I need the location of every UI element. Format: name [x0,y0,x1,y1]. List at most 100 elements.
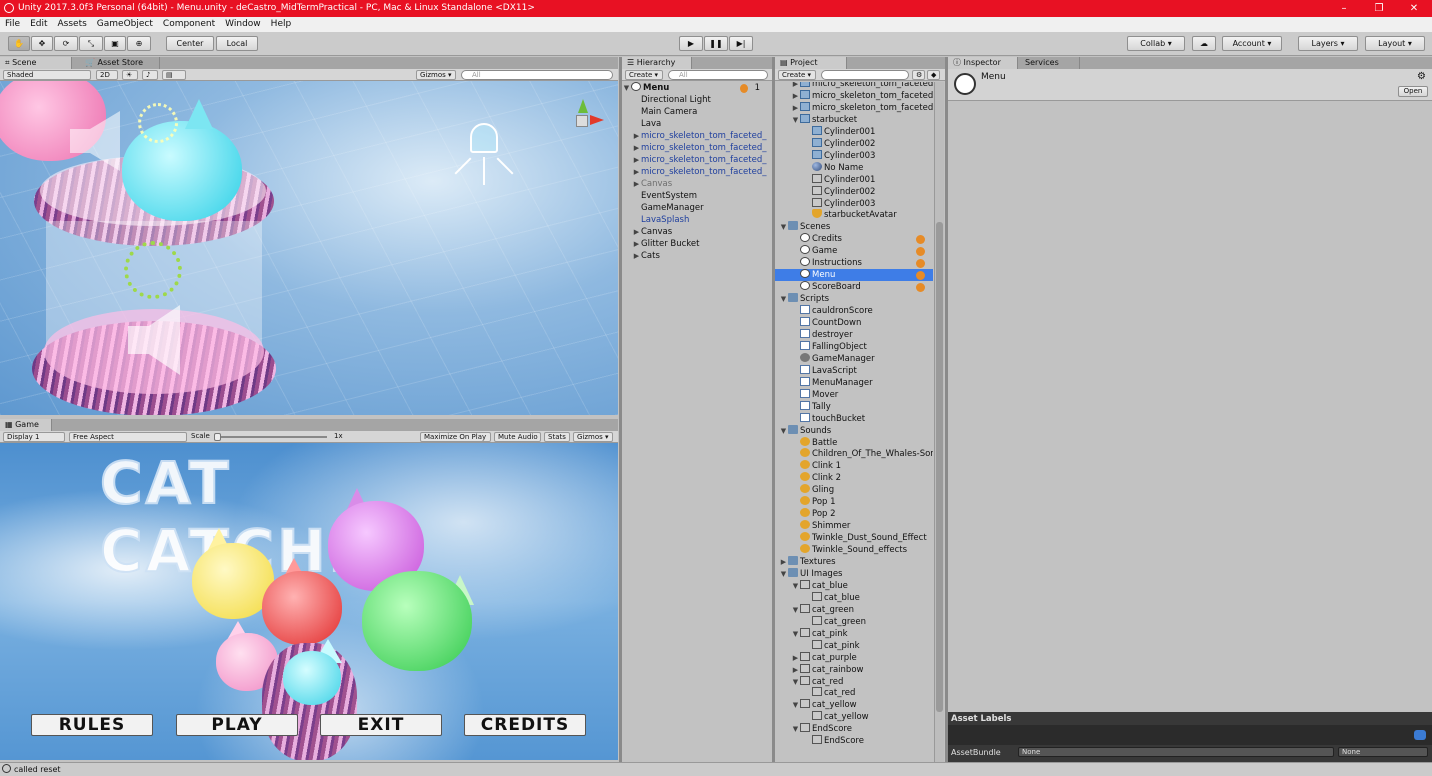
project-item[interactable]: ScoreBoard [775,281,933,293]
pivot-center-toggle[interactable]: Center [166,36,214,51]
project-item[interactable]: Cylinder002 [775,137,933,150]
project-item[interactable]: touchBucket [775,412,933,425]
gizmo-y-axis-icon[interactable] [578,99,588,113]
account-dropdown[interactable]: Account ▾ [1222,36,1282,51]
scale-tool-icon[interactable]: ⤡ [79,36,103,51]
project-item[interactable]: ▼ Sounds [775,424,933,437]
scale-slider-thumb[interactable] [214,433,221,441]
project-item[interactable]: Pop 1 [775,496,933,508]
project-item[interactable]: ▶ micro_skeleton_tom_faceted [775,89,933,102]
project-item[interactable]: Credits [775,233,933,245]
menu-gameobject[interactable]: GameObject [92,17,158,32]
open-button[interactable]: Open [1398,86,1428,97]
project-item[interactable]: cauldronScore [775,305,933,317]
project-item[interactable]: Children_Of_The_Whales-Sor [775,448,933,460]
expand-arrow-icon[interactable]: ▶ [632,166,641,178]
project-create-dropdown[interactable]: Create ▾ [778,70,816,80]
project-item[interactable]: FallingObject [775,340,933,353]
transform-tool-icon[interactable]: ⊕ [127,36,151,51]
hand-tool-icon[interactable]: ✋ [8,36,30,51]
hierarchy-item[interactable]: LavaSplash [622,214,772,226]
layers-dropdown[interactable]: Layers ▾ [1298,36,1358,51]
expand-arrow-icon[interactable]: ▶ [632,250,641,262]
pause-button[interactable]: ❚❚ [704,36,728,51]
project-scrollbar-thumb[interactable] [936,222,943,712]
expand-arrow-icon[interactable]: ▶ [632,238,641,250]
expand-arrow-icon[interactable]: ▶ [632,178,641,190]
rules-button[interactable]: RULES [31,714,153,736]
tab-inspector[interactable]: ⓘ Inspector [948,57,1018,69]
lighting-toggle-icon[interactable]: ☀ [122,70,138,80]
filter-label-icon[interactable]: ◆ [927,70,940,80]
gizmo-x-axis-icon[interactable] [590,115,604,125]
project-item[interactable]: CountDown [775,317,933,329]
hierarchy-item[interactable]: ▶ Canvas [622,226,772,238]
collab-dropdown[interactable]: Collab ▾ [1127,36,1185,51]
project-item[interactable]: Twinkle_Dust_Sound_Effect [775,532,933,544]
expand-arrow-icon[interactable]: ▶ [791,652,800,664]
expand-arrow-icon[interactable]: ▼ [791,114,800,126]
expand-arrow-icon[interactable]: ▼ [622,82,631,94]
hierarchy-item[interactable]: GameManager [622,202,772,214]
restore-button[interactable]: ❐ [1363,0,1395,17]
tab-scene[interactable]: ⌗ Scene [0,57,72,69]
hierarchy-item[interactable]: Lava [622,118,772,130]
hierarchy-item[interactable]: Directional Light [622,94,772,106]
game-viewport[interactable]: CAT CATCHER RULES PLAY EXIT CREDITS [0,443,618,760]
shading-mode-dropdown[interactable]: Shaded [3,70,91,80]
filter-type-icon[interactable]: ⚙ [912,70,925,80]
tab-game[interactable]: ▦ Game [0,419,52,431]
project-item[interactable]: LavaScript [775,364,933,377]
project-item[interactable]: ▼ starbucket [775,113,933,126]
mute-audio-toggle[interactable]: Mute Audio [494,432,541,442]
project-item[interactable]: No Name [775,161,933,174]
hierarchy-item[interactable]: ▶ micro_skeleton_tom_faceted_ [622,154,772,166]
hierarchy-item[interactable]: ▶ Canvas [622,178,772,190]
expand-arrow-icon[interactable]: ▼ [791,723,800,735]
expand-arrow-icon[interactable]: ▼ [779,221,788,233]
play-game-button[interactable]: PLAY [176,714,298,736]
maximize-on-play-toggle[interactable]: Maximize On Play [420,432,491,442]
project-item[interactable]: Tally [775,400,933,413]
hierarchy-search-input[interactable]: All [668,70,768,80]
expand-arrow-icon[interactable]: ▶ [791,664,800,676]
expand-arrow-icon[interactable]: ▼ [779,293,788,305]
expand-arrow-icon[interactable]: ▼ [791,604,800,616]
expand-arrow-icon[interactable]: ▶ [791,102,800,114]
hierarchy-scene-row[interactable]: ▼ Menu 1 [622,82,772,94]
project-item[interactable]: EndScore [775,735,933,747]
hierarchy-item[interactable]: ▶ Glitter Bucket [622,238,772,250]
scene-gizmos-dropdown[interactable]: Gizmos ▾ [416,70,456,80]
menu-assets[interactable]: Assets [53,17,92,32]
exit-button[interactable]: EXIT [320,714,442,736]
minimize-button[interactable]: – [1328,0,1360,17]
step-button[interactable]: ▶| [729,36,753,51]
expand-arrow-icon[interactable]: ▼ [791,580,800,592]
project-item[interactable]: Clink 1 [775,460,933,472]
display-dropdown[interactable]: Display 1 [3,432,65,442]
expand-arrow-icon[interactable]: ▶ [632,130,641,142]
scene-viewport[interactable] [0,81,618,415]
tab-asset-store[interactable]: 🛒 Asset Store [80,57,160,69]
rotate-tool-icon[interactable]: ⟳ [54,36,78,51]
menu-help[interactable]: Help [266,17,297,32]
hierarchy-item[interactable]: Main Camera [622,106,772,118]
hierarchy-item[interactable]: ▶ micro_skeleton_tom_faceted_ [622,130,772,142]
project-item[interactable]: cat_pink [775,639,933,652]
project-item[interactable]: GameManager [775,352,933,365]
project-item[interactable]: ▼ cat_green [775,603,933,616]
project-item[interactable]: Menu [775,269,933,282]
credits-button[interactable]: CREDITS [464,714,586,736]
play-button[interactable]: ▶ [679,36,703,51]
settings-gear-icon[interactable]: ⚙ [1417,71,1426,82]
scale-slider[interactable] [215,436,327,438]
expand-arrow-icon[interactable]: ▶ [791,90,800,102]
scene-orientation-gizmo[interactable] [560,95,606,145]
expand-arrow-icon[interactable]: ▶ [632,154,641,166]
project-item[interactable]: ▼ EndScore [775,723,933,735]
2d-toggle[interactable]: 2D [96,70,118,80]
expand-arrow-icon[interactable]: ▼ [779,568,788,580]
project-item[interactable]: Cylinder003 [775,149,933,162]
expand-arrow-icon[interactable]: ▶ [779,556,788,568]
menu-window[interactable]: Window [220,17,266,32]
